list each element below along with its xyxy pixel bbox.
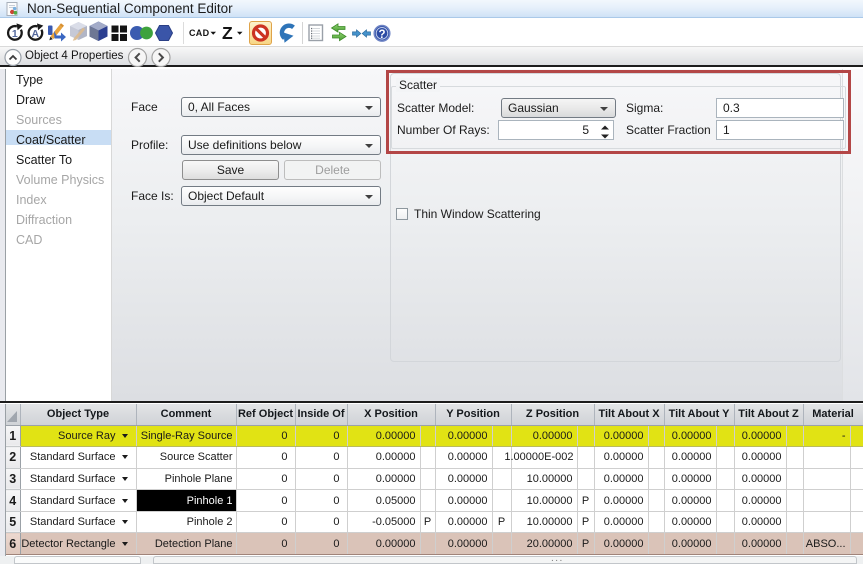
svg-text:Z: Z: [222, 23, 233, 43]
svg-text:1: 1: [12, 28, 18, 40]
svg-text:?: ?: [378, 29, 385, 41]
svg-text:A: A: [32, 28, 40, 40]
svg-text:CAD: CAD: [189, 28, 210, 38]
